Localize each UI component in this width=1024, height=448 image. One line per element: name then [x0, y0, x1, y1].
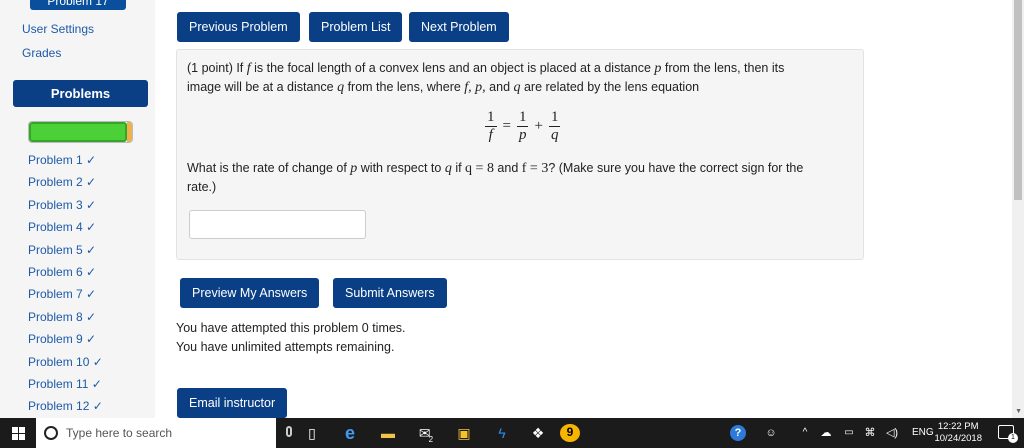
sidebar-item-problem-7[interactable]: Problem 7 ✓: [28, 286, 103, 308]
mic-icon[interactable]: [286, 426, 292, 437]
problem-text: from the lens, where: [344, 80, 465, 94]
previous-problem-button[interactable]: Previous Problem: [177, 12, 300, 42]
problem-question: What is the rate of change of p with res…: [187, 159, 847, 197]
cloud-icon[interactable]: ☁: [817, 425, 835, 441]
question-text: What is the rate of change of: [187, 161, 351, 175]
help-icon[interactable]: ?: [730, 425, 746, 441]
question-text: rate.): [187, 180, 217, 194]
remaining-status: You have unlimited attempts remaining.: [176, 340, 395, 354]
taskbar-search[interactable]: Type here to search: [36, 418, 276, 448]
sidebar-item-problem-3[interactable]: Problem 3 ✓: [28, 197, 103, 219]
answer-input[interactable]: [189, 210, 366, 239]
progress-bar: [28, 121, 133, 143]
problem-list: Problem 1 ✓ Problem 2 ✓ Problem 3 ✓ Prob…: [28, 152, 103, 421]
fraction-1-q: 1q: [548, 108, 561, 143]
attempts-status: You have attempted this problem 0 times.: [176, 321, 406, 335]
sidebar: Problem 17 User Settings Grades Problems…: [0, 0, 155, 418]
people-icon[interactable]: ☺: [762, 425, 780, 441]
task-view-icon[interactable]: ▯: [303, 425, 321, 441]
math-q-value: q = 8: [465, 161, 494, 176]
fraction-1-p: 1p: [516, 108, 529, 143]
search-icon: [44, 426, 58, 440]
plus-sign: +: [534, 117, 543, 134]
problem-text: and: [485, 80, 514, 94]
problem-text: are related by the lens equation: [520, 80, 700, 94]
sidebar-item-problem-1[interactable]: Problem 1 ✓: [28, 152, 103, 174]
user-settings-link[interactable]: User Settings: [22, 22, 94, 36]
equals-sign: =: [502, 117, 511, 134]
problem-text: is the focal length of a convex lens and…: [250, 61, 655, 75]
preview-answers-button[interactable]: Preview My Answers: [180, 278, 320, 308]
next-problem-button[interactable]: Next Problem: [409, 12, 509, 42]
start-button[interactable]: [0, 418, 36, 448]
notification-badge: 1: [1008, 433, 1018, 443]
sidebar-item-problem-4[interactable]: Problem 4 ✓: [28, 219, 103, 241]
submit-answers-button[interactable]: Submit Answers: [333, 278, 447, 308]
progress-fill: [29, 122, 127, 142]
problem-statement: (1 point) If f is the focal length of a …: [187, 59, 847, 97]
sidebar-item-problem-5[interactable]: Problem 5 ✓: [28, 242, 103, 264]
problem-text: from the lens, then its: [661, 61, 785, 75]
lens-equation: 1f = 1p + 1q: [482, 106, 563, 146]
problem-text: (1 point) If: [187, 61, 247, 75]
mail-icon[interactable]: ✉2: [418, 425, 436, 444]
question-text: with respect to: [357, 161, 445, 175]
scrollbar-thumb[interactable]: [1014, 0, 1022, 200]
math-q: q: [513, 80, 521, 95]
network-icon[interactable]: ⌘: [861, 425, 879, 441]
problem-list-button[interactable]: Problem List: [309, 12, 403, 42]
problems-header: Problems: [13, 80, 148, 107]
notification-icon[interactable]: 1: [998, 425, 1018, 443]
sidebar-item-problem-9[interactable]: Problem 9 ✓: [28, 331, 103, 353]
question-text: if: [451, 161, 466, 175]
clock-time: 12:22 PM: [937, 421, 979, 432]
mail-badge: 2: [428, 435, 434, 444]
problem-box: (1 point) If f is the focal length of a …: [176, 49, 864, 260]
chrome-icon[interactable]: 9: [560, 424, 580, 442]
math-fpq: f, p,: [464, 80, 486, 95]
fraction-1-f: 1f: [485, 108, 497, 143]
taskbar: Type here to search ▯ e ▬ ✉2 ▣ ϟ ❖ 9 ? ☺…: [0, 418, 1024, 448]
clock[interactable]: 12:22 PM 10/24/2018: [934, 421, 982, 445]
search-placeholder: Type here to search: [66, 426, 173, 440]
edge-icon[interactable]: e: [341, 424, 359, 442]
grades-link[interactable]: Grades: [22, 46, 61, 60]
sidebar-problem-title: Problem 17: [30, 0, 126, 10]
scroll-down-icon[interactable]: ▼: [1015, 408, 1022, 415]
file-explorer-icon[interactable]: ▬: [379, 425, 397, 441]
question-text: and: [493, 161, 522, 175]
volume-icon[interactable]: ◁): [883, 425, 901, 441]
lightning-icon[interactable]: ϟ: [493, 425, 511, 441]
battery-icon[interactable]: ▭: [840, 425, 858, 441]
sidebar-item-problem-11[interactable]: Problem 11 ✓: [28, 376, 103, 398]
clock-date: 10/24/2018: [934, 433, 982, 444]
sidebar-item-problem-8[interactable]: Problem 8 ✓: [28, 309, 103, 331]
app-root: Problem 17 User Settings Grades Problems…: [0, 0, 1024, 448]
math-f-value: f = 3: [521, 161, 549, 176]
sidebar-item-problem-6[interactable]: Problem 6 ✓: [28, 264, 103, 286]
chevron-up-icon[interactable]: ^: [796, 425, 814, 441]
email-instructor-button[interactable]: Email instructor: [177, 388, 288, 418]
progress-remainder: [127, 122, 132, 142]
page-scrollbar[interactable]: ▼: [1012, 0, 1024, 418]
dropbox-icon[interactable]: ❖: [529, 425, 547, 441]
math-q: q: [444, 161, 452, 176]
question-text: ? (Make sure you have the correct sign f…: [548, 161, 804, 175]
store-icon[interactable]: ▣: [455, 425, 473, 441]
problem-text: image will be at a distance: [187, 80, 338, 94]
language-indicator[interactable]: ENG: [912, 418, 934, 448]
sidebar-item-problem-2[interactable]: Problem 2 ✓: [28, 174, 103, 196]
sidebar-item-problem-10[interactable]: Problem 10 ✓: [28, 354, 103, 376]
windows-icon: [11, 426, 25, 440]
